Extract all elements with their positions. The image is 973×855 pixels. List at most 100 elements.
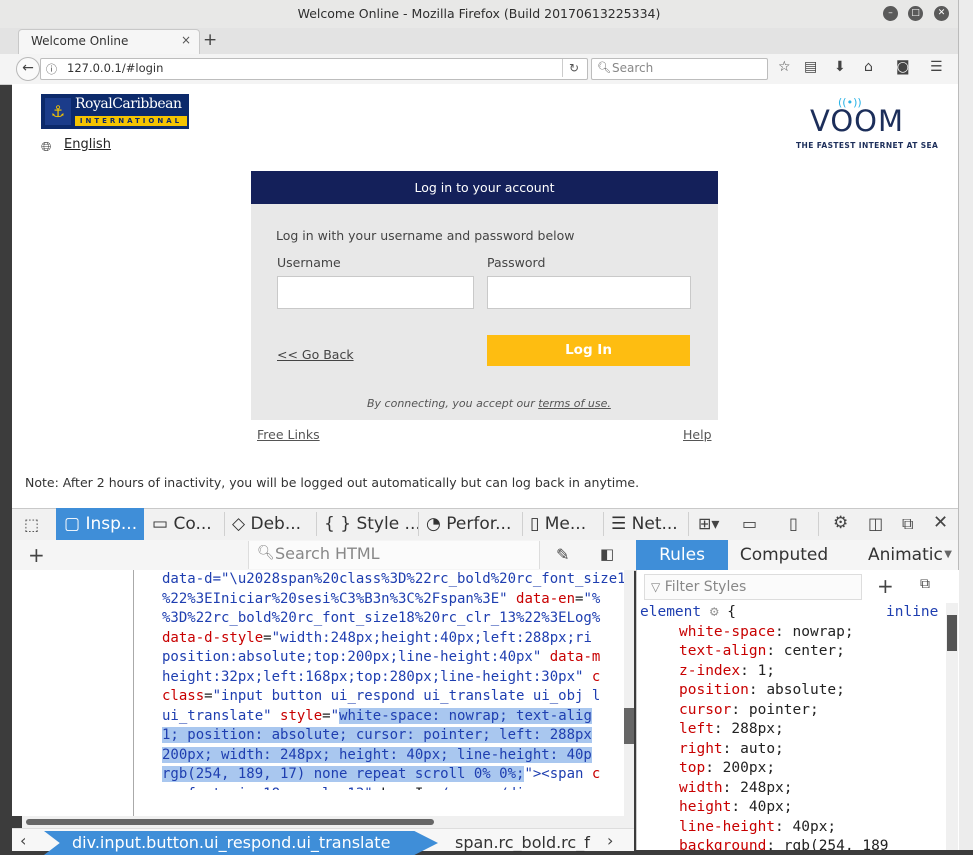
toggle-sidebar-icon[interactable]: ◧	[600, 545, 614, 563]
new-tab-button[interactable]: +	[203, 30, 217, 50]
password-input[interactable]	[487, 276, 691, 309]
rule-value[interactable]: 40px;	[749, 799, 793, 815]
rule-declaration[interactable]: cursor: pointer;	[640, 701, 945, 721]
close-devtools-icon[interactable]: ✕	[933, 512, 948, 533]
markup-code[interactable]: data-d="\u2028span%20class%3D%22rc_bold%…	[162, 570, 624, 790]
markup-line[interactable]: rc_font_size18 rc_clr_13">Log In</span><…	[162, 785, 624, 791]
pocket-icon[interactable]: ◙	[896, 59, 910, 75]
rule-declaration[interactable]: width: 248px;	[640, 779, 945, 799]
filter-styles-input[interactable]: ▽ Filter Styles	[644, 574, 862, 600]
rule-property[interactable]: background	[679, 838, 766, 850]
undock-icon[interactable]: ⧉	[902, 514, 913, 534]
rule-value[interactable]: rgb(254, 189	[784, 838, 889, 850]
markup-line[interactable]: 200px; width: 248px; height: 40px; line-…	[162, 746, 624, 766]
help-link[interactable]: Help	[683, 427, 712, 442]
rule-declaration[interactable]: left: 288px;	[640, 720, 945, 740]
url-bar[interactable]: ⓘ 127.0.0.1/#login ↻	[40, 58, 588, 80]
rule-value[interactable]: center;	[784, 643, 845, 659]
rule-settings-icon[interactable]: ⚙	[701, 604, 719, 620]
close-window-button[interactable]: ✕	[934, 6, 949, 21]
markup-line[interactable]: data-d-style="width:248px;height:40px;le…	[162, 629, 624, 649]
language-link[interactable]: English	[64, 137, 111, 152]
tab-inspector[interactable]: ▢ Insp...	[56, 508, 144, 540]
menu-icon[interactable]: ☰	[930, 59, 943, 75]
responsive-design-icon[interactable]: ▯	[789, 514, 798, 533]
dock-side-icon[interactable]: ◫	[868, 514, 883, 533]
rule-property[interactable]: z-index	[679, 663, 740, 679]
tab-computed[interactable]: Computed	[728, 540, 840, 570]
rule-value[interactable]: pointer;	[749, 702, 819, 718]
rule-value[interactable]: 248px;	[740, 780, 792, 796]
rule-value[interactable]: 288px;	[731, 721, 783, 737]
rule-property[interactable]: text-align	[679, 643, 766, 659]
add-rule-icon[interactable]: +	[877, 574, 894, 598]
rule-property[interactable]: left	[679, 721, 714, 737]
search-html-input[interactable]: 🔍︎ Search HTML	[248, 541, 540, 569]
rule-declaration[interactable]: white-space: nowrap;	[640, 623, 945, 643]
back-button[interactable]: ←	[16, 57, 40, 81]
tab-performance[interactable]: ◔ Perfor...	[426, 508, 511, 540]
markup-line[interactable]: ui_translate" style="white-space: nowrap…	[162, 707, 624, 727]
markup-line[interactable]: %22%3EIniciar%20sesi%C3%B3n%3C%2Fspan%3E…	[162, 590, 624, 610]
tab-memory[interactable]: ▯ Me...	[530, 508, 586, 540]
split-console-icon[interactable]: ▭	[742, 514, 757, 533]
tab-welcome-online[interactable]: Welcome Online ×	[18, 29, 200, 55]
markup-vertical-scrollbar[interactable]	[624, 570, 634, 816]
breadcrumb-item[interactable]: span.rc_bold.rc_f	[455, 831, 590, 855]
rules-list[interactable]: element ⚙ {white-space: nowrap; text-alig…	[640, 603, 945, 850]
layout-frames-icon[interactable]: ⊞▾	[698, 514, 719, 533]
scrollbar-thumb[interactable]	[947, 615, 957, 651]
eyedropper-icon[interactable]: ✎	[556, 545, 569, 564]
username-input[interactable]	[277, 276, 474, 309]
markup-line[interactable]: data-d="\u2028span%20class%3D%22rc_bold%…	[162, 570, 624, 590]
rule-value[interactable]: 200px;	[723, 760, 775, 776]
chevron-left-icon[interactable]: ‹	[20, 831, 26, 850]
rule-declaration[interactable]: right: auto;	[640, 740, 945, 760]
search-bar[interactable]: 🔍︎ Search	[591, 58, 768, 80]
rule-value[interactable]: 1;	[758, 663, 775, 679]
rule-property[interactable]: width	[679, 780, 723, 796]
home-icon[interactable]: ⌂	[864, 59, 873, 75]
go-back-link[interactable]: << Go Back	[277, 347, 354, 362]
rule-declaration[interactable]: position: absolute;	[640, 681, 945, 701]
toggle-pseudo-class-icon[interactable]: ⧉	[920, 576, 930, 592]
rule-declaration[interactable]: text-align: center;	[640, 642, 945, 662]
tab-console[interactable]: ▭ Co...	[152, 508, 212, 540]
info-icon[interactable]: ⓘ	[46, 61, 57, 77]
rule-value[interactable]: auto;	[740, 741, 784, 757]
tab-style-editor[interactable]: { } Style ...	[324, 508, 421, 540]
scrollbar-thumb[interactable]	[26, 819, 434, 825]
free-links-link[interactable]: Free Links	[257, 427, 320, 442]
minimize-button[interactable]: –	[883, 6, 898, 21]
rule-property[interactable]: top	[679, 760, 705, 776]
tab-debugger[interactable]: ◇ Deb...	[232, 508, 301, 540]
rule-property[interactable]: height	[679, 799, 731, 815]
rule-declaration[interactable]: line-height: 40px;	[640, 818, 945, 838]
tab-network[interactable]: ☰ Net...	[611, 508, 678, 540]
rule-declaration[interactable]: top: 200px;	[640, 759, 945, 779]
tab-animations[interactable]: Animatic ▼	[840, 540, 958, 570]
maximize-button[interactable]: □	[908, 6, 923, 21]
rule-property[interactable]: white-space	[679, 624, 775, 640]
scrollbar-thumb[interactable]	[624, 708, 634, 744]
markup-line[interactable]: class="input button ui_respond ui_transl…	[162, 687, 624, 707]
markup-horizontal-scrollbar[interactable]	[22, 816, 634, 828]
tab-rules[interactable]: Rules	[636, 540, 728, 570]
markup-line[interactable]: position:absolute;top:200px;line-height:…	[162, 648, 624, 668]
rule-value[interactable]: 40px;	[793, 819, 837, 835]
close-tab-icon[interactable]: ×	[181, 33, 191, 47]
gear-icon[interactable]: ⚙	[833, 513, 848, 533]
login-button[interactable]: Log In	[487, 335, 690, 366]
reader-list-icon[interactable]: ▤	[804, 59, 817, 75]
markup-line[interactable]: %3D%22rc_bold%20rc_font_size18%20rc_clr_…	[162, 609, 624, 629]
markup-line[interactable]: height:32px;left:168px;top:280px;line-he…	[162, 668, 624, 688]
rules-scrollbar[interactable]	[946, 603, 958, 850]
chevron-right-icon[interactable]: ›	[607, 831, 613, 850]
rule-value[interactable]: absolute;	[766, 682, 845, 698]
markup-line[interactable]: rgb(254, 189, 17) none repeat scroll 0% …	[162, 765, 624, 785]
bookmark-star-icon[interactable]: ☆	[778, 59, 791, 75]
rule-property[interactable]: line-height	[679, 819, 775, 835]
rule-property[interactable]: cursor	[679, 702, 731, 718]
element-picker-icon[interactable]: ⬚	[24, 515, 39, 534]
rule-declaration[interactable]: background: rgb(254, 189	[640, 837, 945, 850]
